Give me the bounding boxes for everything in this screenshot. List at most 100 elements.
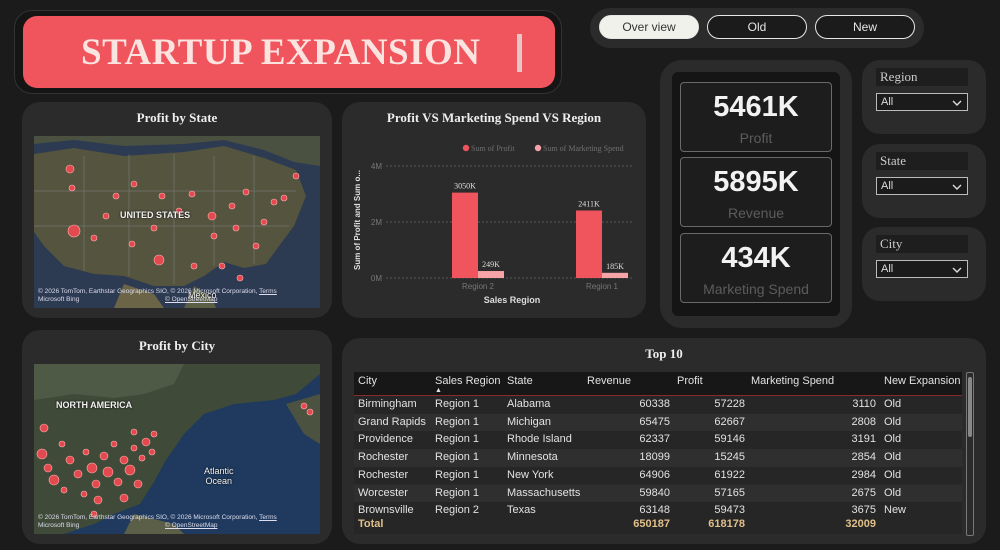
chevron-down-icon [952, 100, 962, 106]
state-dropdown-value: All [881, 180, 894, 192]
total-marketing-spend: 32009 [845, 518, 876, 530]
tab-overview[interactable]: Over view [599, 15, 699, 39]
city-slicer: City All [862, 227, 986, 301]
bar-sum-of-profit [576, 210, 602, 278]
col-header-marketing-spend[interactable]: Marketing Spend [751, 372, 834, 390]
table-row[interactable]: Birmingham Region 1 Alabama 60338 57228 3110 O… [354, 396, 962, 414]
cell-marketing-spend: 3110 [852, 398, 876, 410]
cell-sales-region: Region 1 [435, 433, 480, 446]
tab-new[interactable]: New [815, 15, 915, 39]
cell-sales-region: Region 1 [435, 415, 480, 428]
profit-by-state-panel: Profit by State UNITED STATES Mexico © 2… [22, 102, 332, 318]
col-header-new-expansion[interactable]: New Expansion [884, 372, 960, 390]
cell-new-expansion: Old [884, 398, 902, 410]
chevron-down-icon [952, 267, 962, 273]
city-dropdown-value: All [881, 263, 894, 275]
kpi-label: Profit [739, 130, 773, 146]
region-dropdown[interactable]: All [876, 93, 968, 111]
table-scrollbar[interactable] [966, 372, 974, 536]
dashboard-title: STARTUP EXPANSION [81, 31, 481, 73]
cell-profit: 59146 [714, 433, 745, 446]
cell-new-expansion: Old [884, 433, 902, 446]
cell-new-expansion: Old [884, 415, 902, 428]
title-accent-bar [517, 34, 522, 72]
col-header-revenue[interactable]: Revenue [587, 372, 631, 390]
kpi-container: 5461K Profit 5895K Revenue 434K Marketin… [672, 72, 840, 316]
cell-profit: 57165 [714, 486, 745, 499]
kpi-label: Revenue [727, 205, 785, 221]
cell-marketing-spend: 2984 [851, 468, 876, 481]
ocean-label-line1: Atlantic [204, 466, 234, 476]
title-banner: STARTUP EXPANSION [23, 16, 555, 88]
terms-link[interactable]: Terms [259, 288, 277, 295]
country-label: UNITED STATES [120, 210, 191, 220]
cell-new-expansion: Old [884, 486, 902, 499]
y-axis-title: Sum of Profit and Sum o... [353, 170, 362, 270]
cell-state: Michigan [507, 415, 552, 428]
data-label: 3050K [454, 182, 476, 191]
y-tick-label: 0M [371, 274, 382, 283]
city-slicer-label: City [876, 235, 968, 253]
cell-marketing-spend: 2675 [851, 486, 876, 499]
kpi-value: 5461K [713, 91, 799, 123]
state-dropdown[interactable]: All [876, 177, 968, 195]
table-row[interactable]: Rochester Region 1 Minnesota 18099 15245 2854… [354, 449, 962, 467]
cell-profit: 57228 [714, 398, 745, 410]
data-label: 2411K [578, 199, 600, 208]
table-row[interactable]: Rochester Region 1 New York 64906 61922 2984 O… [354, 466, 962, 485]
cell-city: Worcester [358, 486, 408, 499]
legend-marker [462, 144, 470, 152]
cell-city: Rochester [358, 468, 409, 481]
bar-sum-of-profit [452, 192, 478, 278]
table-row[interactable]: Worcester Region 1 Massachusetts 59840 57165… [354, 484, 962, 503]
region-slicer-label: Region [876, 68, 968, 86]
state-slicer: State All [862, 144, 986, 218]
col-header-label: Sales Region [435, 375, 501, 387]
cell-state: New York [507, 468, 554, 481]
legend-label: Sum of Profit [471, 144, 515, 153]
table-row[interactable]: Providence Region 1 Rhode Island 62337 59146… [354, 431, 962, 450]
col-header-sales-region[interactable]: Sales Region ▲ [435, 372, 501, 394]
city-map[interactable]: NORTH AMERICA Atlantic Ocean © 2026 TomT… [34, 364, 320, 534]
credit-text: © 2026 TomTom, Earthstar Geographics SIO… [38, 288, 258, 295]
cell-profit: 15245 [714, 451, 745, 464]
cell-city: Rochester [358, 451, 409, 464]
profit-by-state-title: Profit by State [136, 110, 218, 125]
cell-marketing-spend: 3191 [851, 433, 876, 446]
col-header-city[interactable]: City [358, 372, 377, 390]
table-title: Top 10 [645, 346, 683, 361]
x-axis-title: Sales Region [484, 295, 541, 305]
scrollbar-thumb[interactable] [968, 377, 972, 437]
credit-text: © 2026 TomTom, Earthstar Geographics SIO… [38, 514, 258, 521]
table-total-row: Total 650187 618178 32009 [354, 516, 962, 534]
cell-city: Birmingham [358, 398, 417, 410]
tab-old[interactable]: Old [707, 15, 807, 39]
cell-profit: 61922 [714, 468, 745, 481]
col-header-profit[interactable]: Profit [677, 372, 703, 390]
map-credit: © 2026 TomTom, Earthstar Geographics SIO… [38, 514, 277, 530]
cell-marketing-spend: 2808 [851, 415, 876, 428]
osm-link[interactable]: © OpenStreetMap [165, 296, 217, 303]
bar-sum-of-marketing-spend [478, 271, 504, 278]
top10-table-panel: Top 10 City Sales Region ▲ State Revenue … [342, 338, 986, 544]
region-dropdown-value: All [881, 96, 894, 108]
cell-new-expansion: Old [884, 468, 902, 481]
cell-state: Minnesota [507, 451, 558, 464]
nav-tabs: Over view Old New [590, 8, 924, 48]
state-slicer-label: State [876, 152, 968, 170]
cell-sales-region: Region 1 [435, 468, 480, 481]
city-dropdown[interactable]: All [876, 260, 968, 278]
bar-sum-of-marketing-spend [602, 272, 628, 278]
terms-link[interactable]: Terms [259, 514, 277, 521]
table-row[interactable]: Grand Rapids Region 1 Michigan 65475 62667 28… [354, 413, 962, 432]
osm-link[interactable]: © OpenStreetMap [165, 522, 217, 529]
kpi-label: Marketing Spend [703, 281, 809, 297]
cell-marketing-spend: 2854 [851, 451, 876, 464]
atlantic-ocean-label: Atlantic Ocean [204, 466, 234, 486]
cell-state: Massachusetts [507, 486, 581, 499]
bing-credit: Microsoft Bing [38, 296, 80, 303]
state-map[interactable]: UNITED STATES Mexico © 2026 TomTom, Eart… [34, 136, 320, 308]
col-header-state[interactable]: State [507, 372, 533, 390]
table-header: City Sales Region ▲ State Revenue Profit … [354, 372, 962, 396]
cell-city: Grand Rapids [358, 415, 426, 428]
